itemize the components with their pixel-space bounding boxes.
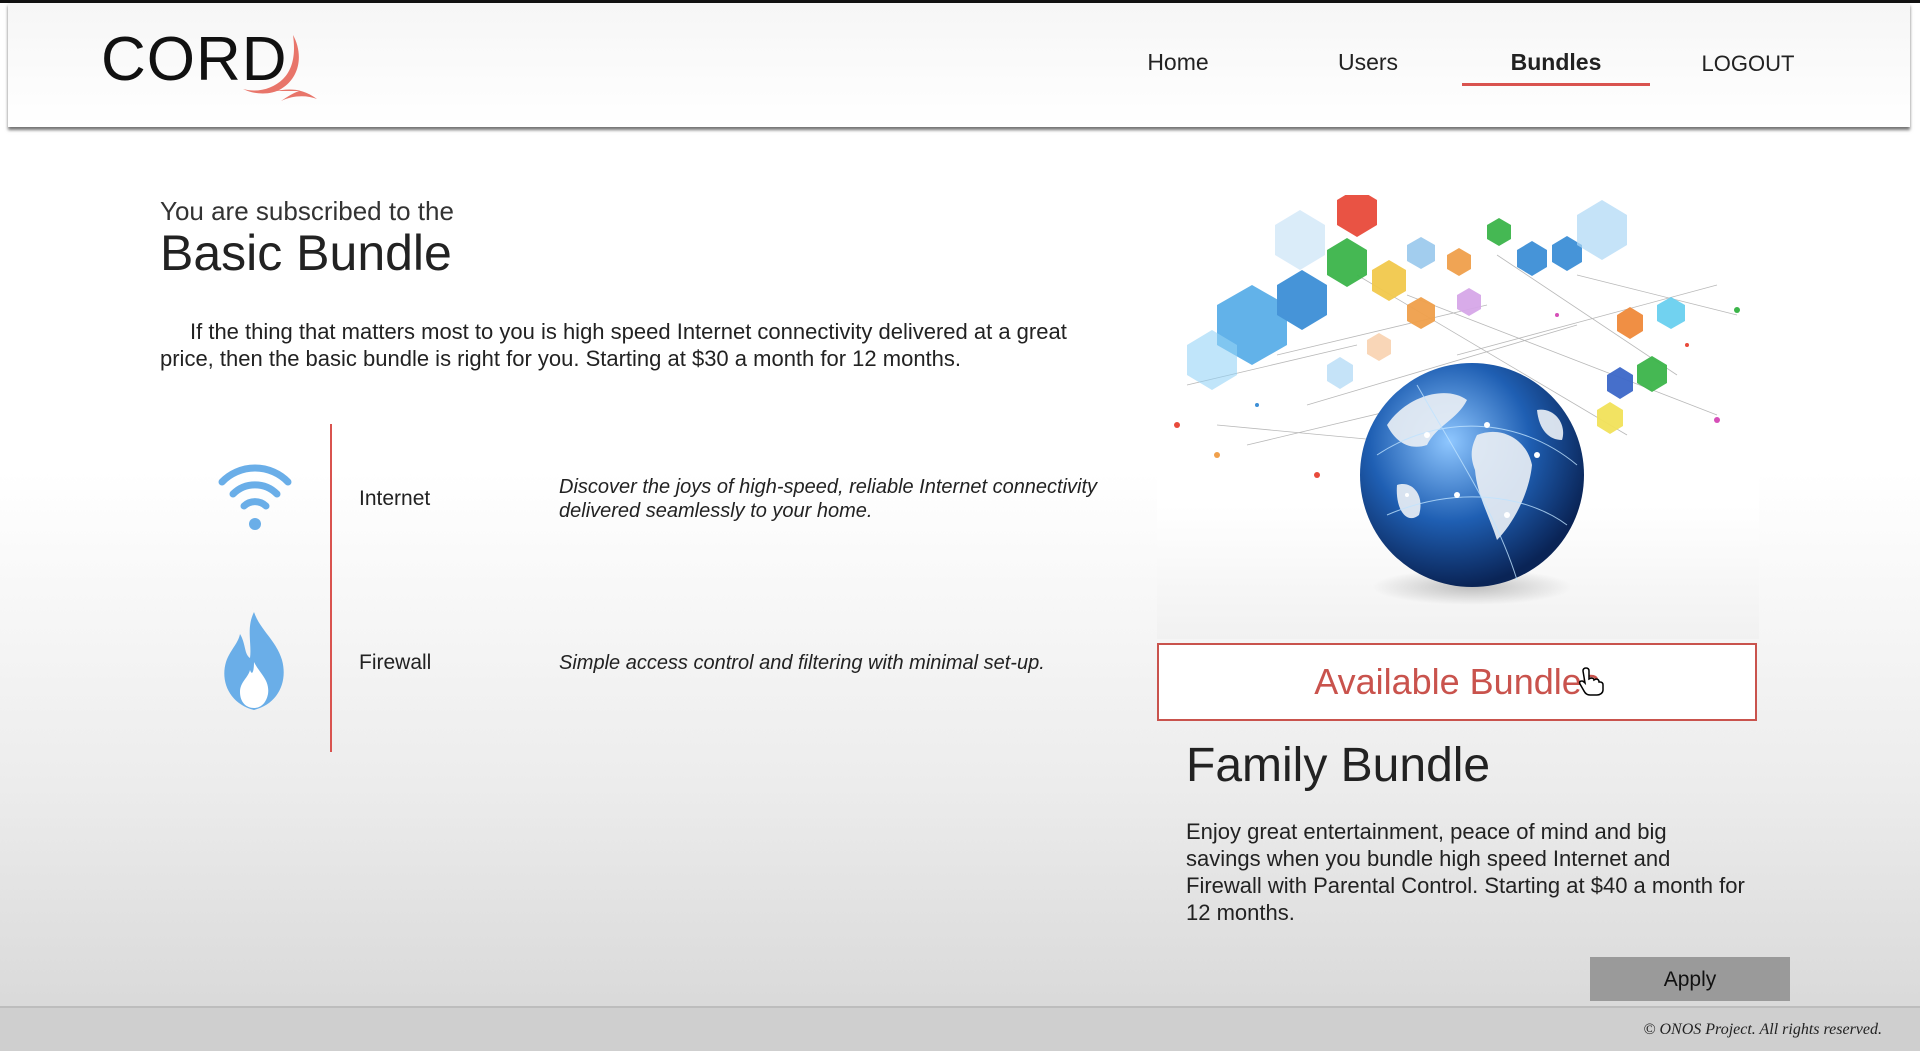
- current-bundle-description: If the thing that matters most to you is…: [160, 319, 1067, 371]
- nav-home[interactable]: Home: [1128, 49, 1228, 76]
- feature-internet-description: Discover the joys of high-speed, reliabl…: [559, 476, 1098, 522]
- cord-logo[interactable]: CORD: [101, 25, 331, 115]
- copyright-text: © ONOS Project. All rights reserved.: [1643, 1021, 1882, 1038]
- nav-logout[interactable]: LOGOUT: [1688, 51, 1808, 77]
- footer: © ONOS Project. All rights reserved.: [0, 1006, 1920, 1051]
- wifi-icon: [216, 456, 294, 539]
- feature-firewall-name: Firewall: [359, 651, 432, 674]
- feature-divider: [330, 424, 332, 752]
- family-bundle-title: Family Bundle: [1186, 739, 1491, 792]
- header: CORD Home Users Bundles LOGOUT: [8, 3, 1910, 127]
- globe-illustration: [1174, 195, 1740, 605]
- feature-firewall-description: Simple access control and filtering with…: [559, 652, 1045, 674]
- flame-icon: [216, 610, 292, 717]
- nav-users[interactable]: Users: [1318, 49, 1418, 76]
- family-bundle-description: Enjoy great entertainment, peace of mind…: [1186, 819, 1745, 925]
- current-bundle-name: Basic Bundle: [160, 225, 452, 281]
- apply-button[interactable]: Apply: [1590, 957, 1790, 1001]
- available-bundles-button[interactable]: Available Bundles: [1157, 643, 1757, 721]
- hand-cursor-icon: [1578, 666, 1604, 701]
- bird-logo-icon: [243, 35, 317, 101]
- active-tab-underline: [1462, 83, 1650, 86]
- network-globe-image: [1157, 195, 1759, 639]
- nav-bundles[interactable]: Bundles: [1478, 49, 1634, 76]
- subscription-intro: You are subscribed to the: [160, 196, 454, 226]
- feature-internet-name: Internet: [359, 487, 431, 510]
